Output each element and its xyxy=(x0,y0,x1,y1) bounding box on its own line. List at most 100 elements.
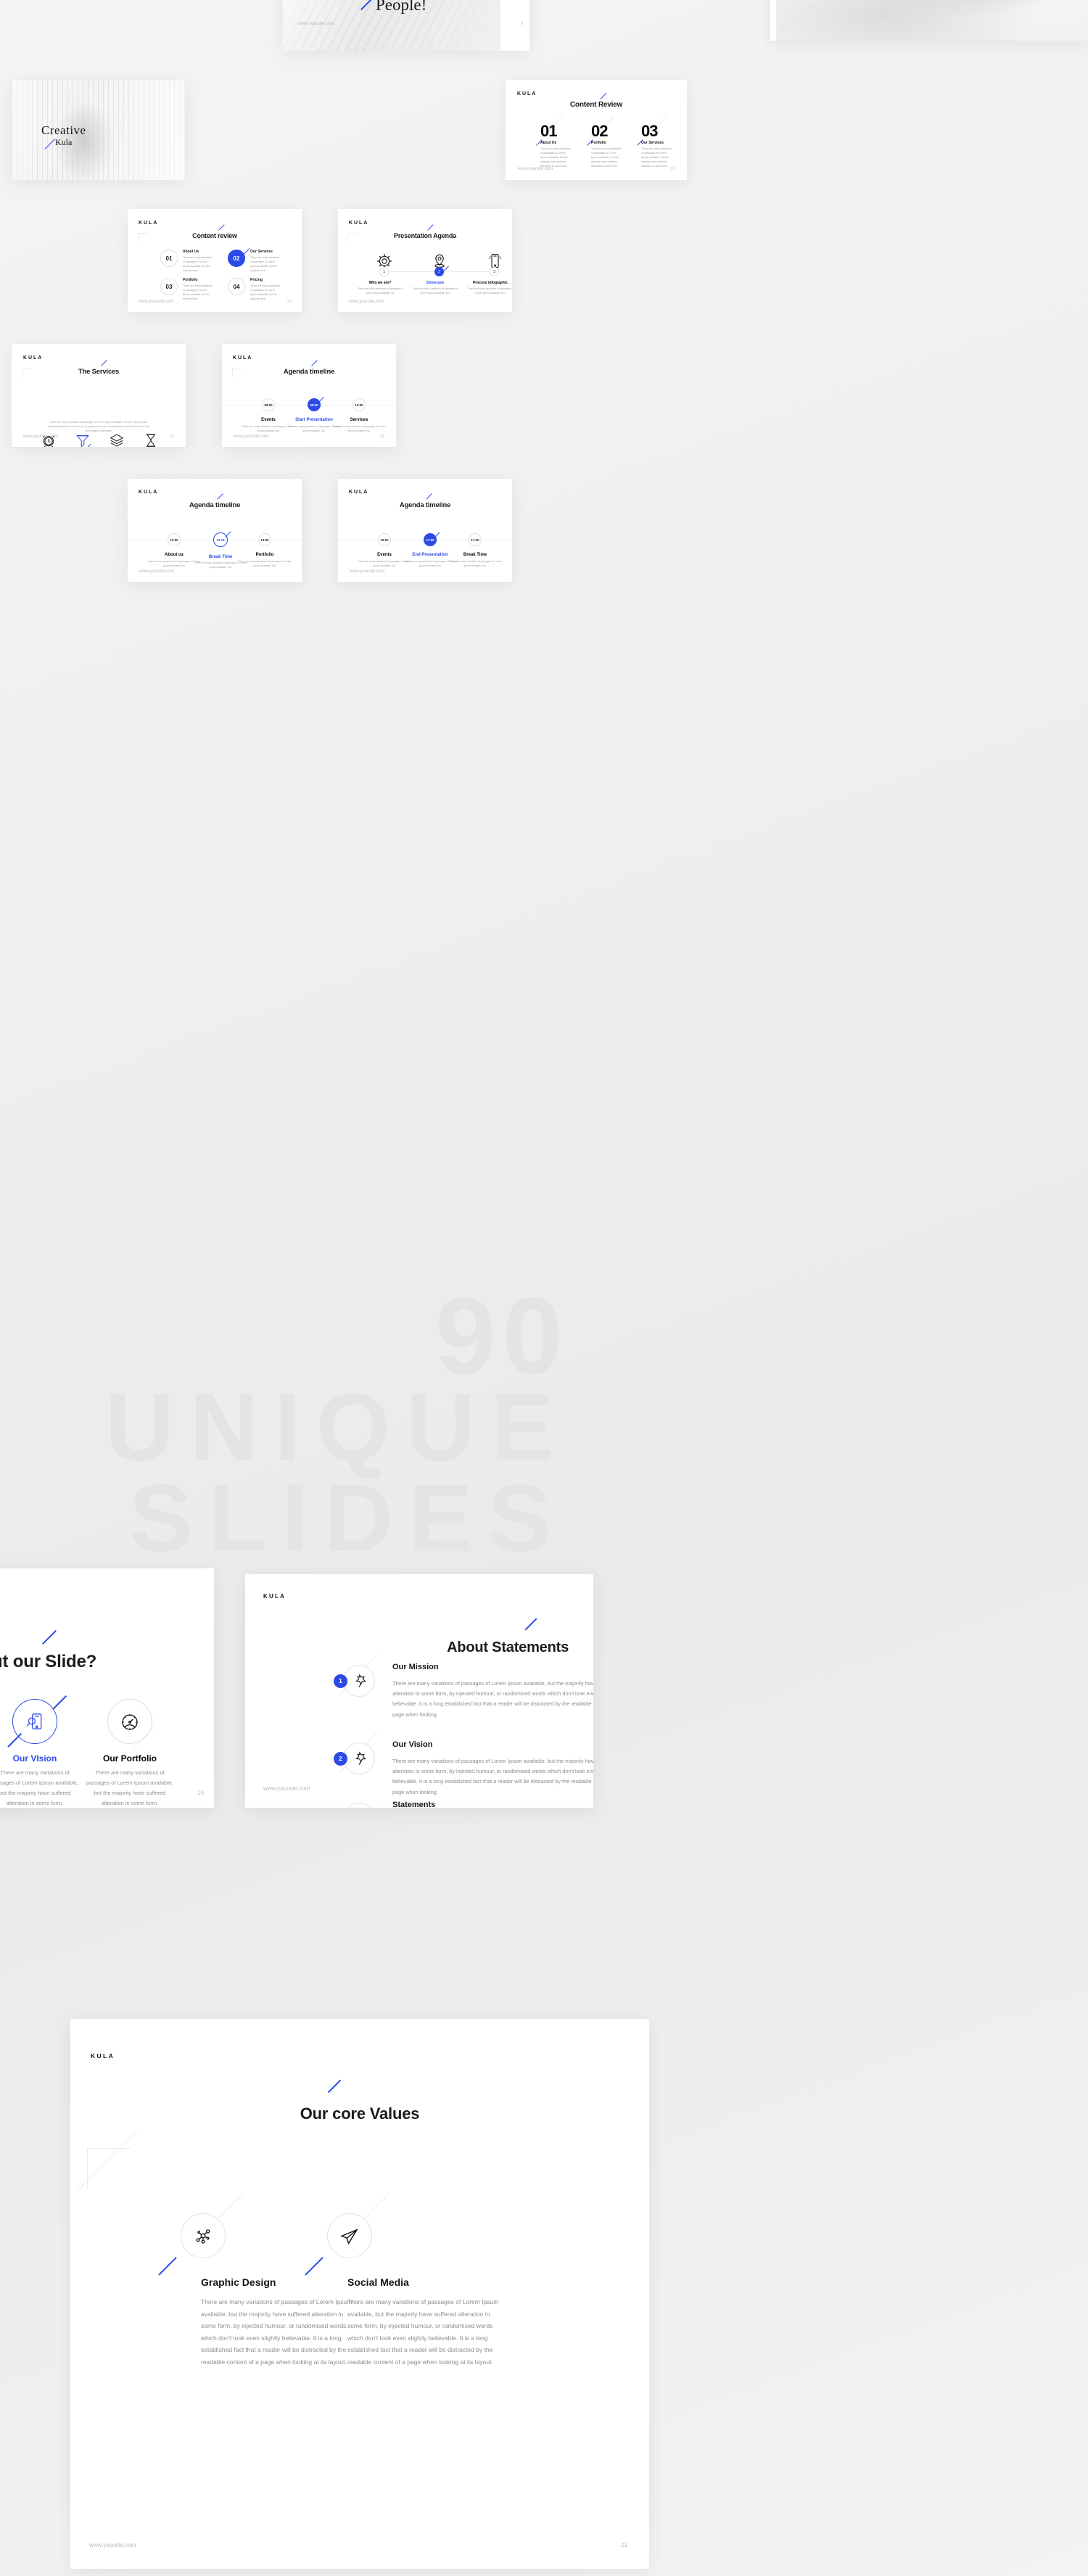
slide-the-services[interactable]: KULA The Services There are many variati… xyxy=(12,344,186,447)
arrow-decoration xyxy=(347,233,358,242)
slide-hands-image xyxy=(776,0,1088,41)
time-node[interactable]: 10:00 xyxy=(353,398,366,411)
slide-agenda-timeline-evening[interactable]: KULA Agenda timeline 16:00 Events There … xyxy=(338,479,512,582)
brand-logo: KULA xyxy=(233,355,253,361)
item-text: There are many variations of passages of… xyxy=(147,560,201,567)
slide-people[interactable]: People! have suffered alteration in some… xyxy=(283,0,529,51)
item-head: Portfolio xyxy=(255,553,274,557)
item-text: There are many variations of passages of… xyxy=(540,147,571,168)
slide-people-site: www.yoursite.com xyxy=(299,22,334,26)
pin-icon xyxy=(355,1751,366,1765)
statement-circle[interactable] xyxy=(343,1803,375,1808)
page-title: Content Review xyxy=(569,101,623,109)
item-head: Showcase xyxy=(426,281,445,285)
item-text: There are many variations of passages of… xyxy=(412,287,458,295)
slide-hands-photo[interactable] xyxy=(770,0,1088,41)
time-node[interactable]: 08:00 xyxy=(262,398,275,411)
item-circle[interactable]: 01 xyxy=(160,250,178,267)
time-node-active[interactable]: 13:10 xyxy=(213,532,228,547)
time-label: 09:00 xyxy=(310,403,318,407)
network-nodes-icon xyxy=(196,2229,210,2244)
slide-about-statements[interactable]: KULA About Statements 1 Our Mission Ther… xyxy=(245,1574,593,1808)
step-number: 1 xyxy=(383,269,385,274)
diagonal-decoration xyxy=(176,1807,214,1808)
watermark-count: 90 xyxy=(435,1275,569,1396)
item-text: There are many variations of passages of… xyxy=(357,287,403,295)
item-head: Our Mission xyxy=(392,1663,439,1671)
slide-creative-kula[interactable]: Creative Kula This is KULA There are man… xyxy=(12,80,185,180)
badge-number: 1 xyxy=(339,1678,342,1684)
slide-about-our-slide[interactable]: About our Slide? Our VIsion There are ma… xyxy=(0,1568,214,1808)
page-title: About our Slide? xyxy=(0,1652,97,1671)
footer-page: 21 xyxy=(621,2542,627,2548)
time-label: 17:30 xyxy=(471,538,479,542)
item-head: About us xyxy=(165,553,184,557)
item-circle[interactable]: 04 xyxy=(228,278,245,295)
footer-site: www.yoursite.com xyxy=(234,435,269,439)
time-label: 14:00 xyxy=(260,538,269,542)
item-head: Our Vision xyxy=(392,1740,433,1749)
funnel-icon xyxy=(76,435,89,447)
time-node[interactable]: 12:00 xyxy=(168,533,181,546)
time-node-active[interactable]: 17:00 xyxy=(424,533,437,546)
brand-logo: KULA xyxy=(139,221,159,226)
mobile-search-icon xyxy=(26,1713,42,1729)
slide-our-core-values[interactable]: KULA Our core Values Graphic Design Ther… xyxy=(70,2019,649,2569)
accent-tick-icon xyxy=(243,247,250,255)
item-text: There are many variations of passages of… xyxy=(591,147,622,168)
page-title: The Services xyxy=(78,368,120,376)
item-head: Statements xyxy=(392,1801,436,1808)
item-head: Who we are? xyxy=(368,281,392,285)
slide-agenda-timeline-midday[interactable]: KULA Agenda timeline 12:00 About us Ther… xyxy=(128,479,302,582)
paper-plane-icon xyxy=(340,2229,358,2245)
page-title: About Statements xyxy=(447,1639,569,1655)
item-text: There are many variations of passages of… xyxy=(183,256,213,273)
time-label: 16:00 xyxy=(380,538,389,542)
item-head: Our VIsion xyxy=(12,1753,57,1764)
arrow-decoration xyxy=(22,369,31,377)
footer-page: 13 xyxy=(287,300,292,304)
hourglass-icon xyxy=(146,434,156,447)
layers-icon xyxy=(110,434,124,447)
item-text: There are many variations of passages of… xyxy=(448,560,502,567)
page-title: Content review xyxy=(192,232,237,239)
accent-tick-icon xyxy=(158,2257,177,2276)
pin-icon xyxy=(355,1674,366,1687)
item-number: 03 xyxy=(165,283,173,290)
brand-logo: KULA xyxy=(23,355,44,361)
slide-presentation-agenda[interactable]: KULA Presentation Agenda 1 Who we are? T… xyxy=(338,209,512,312)
slide-people-page: 9 xyxy=(521,22,524,26)
item-text: There are many variations of passages of… xyxy=(250,256,280,273)
arrow-decoration xyxy=(232,369,242,377)
footer-site: www.yoursite.com xyxy=(23,435,59,439)
step-node[interactable]: 3 xyxy=(490,267,499,276)
accent-tick-icon xyxy=(426,493,432,500)
time-node[interactable]: 17:30 xyxy=(469,533,482,546)
time-node-active[interactable]: 09:00 xyxy=(308,398,321,411)
slide-content-review-circles[interactable]: KULA Content review 01 About Us There ar… xyxy=(128,209,302,312)
step-node[interactable]: 1 xyxy=(379,267,389,276)
arrow-decoration xyxy=(87,2148,131,2189)
watermark-slides: SLIDES xyxy=(129,1465,567,1571)
item-circle[interactable]: 03 xyxy=(160,278,178,295)
time-node[interactable]: 16:00 xyxy=(378,533,391,546)
accent-tick-icon xyxy=(311,360,318,366)
time-label: 13:10 xyxy=(216,538,225,542)
item-head: Our Services xyxy=(641,141,664,145)
time-node[interactable]: 14:00 xyxy=(258,533,271,546)
time-label: 08:00 xyxy=(264,403,273,407)
time-label: 12:00 xyxy=(170,538,178,542)
slide-creative-subtitle: Kula xyxy=(55,137,73,147)
step-node-active[interactable]: 2 xyxy=(434,267,444,276)
presentation-mockup-canvas: 90 UNIQUE SLIDES People! have suffered a… xyxy=(0,0,1088,2576)
slide-agenda-timeline-morning[interactable]: KULA Agenda timeline 08:00 Events There … xyxy=(222,344,396,447)
slide-content-review-numbers[interactable]: KULA Content Review 01 About Us There ar… xyxy=(506,80,687,180)
page-title: Our core Values xyxy=(300,2104,420,2123)
item-circle-active[interactable]: 02 xyxy=(228,250,245,267)
footer-page: 15 xyxy=(169,435,174,439)
accent-tick-icon xyxy=(427,224,434,231)
brand-logo: KULA xyxy=(263,1593,287,1600)
slide-people-title: People! xyxy=(376,0,427,14)
item-text: There are many variations of passages of… xyxy=(238,560,292,567)
footer-site: www.yoursite.com xyxy=(139,300,174,304)
